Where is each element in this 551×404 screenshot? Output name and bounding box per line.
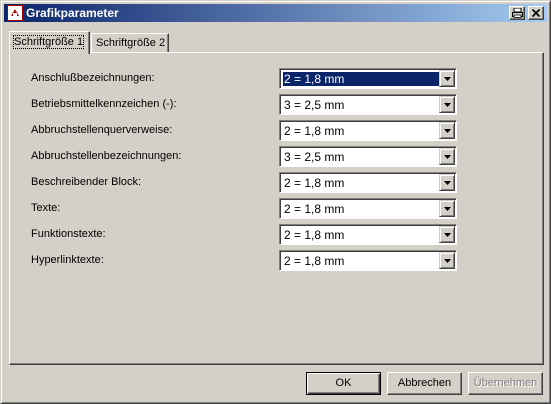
chevron-down-icon (444, 77, 451, 81)
combo-betriebsmittelkennzeichen[interactable]: 3 = 2,5 mm (279, 94, 457, 115)
chevron-down-icon (444, 207, 451, 211)
label-anschlussbezeichnungen: Anschlußbezeichnungen: (31, 72, 155, 84)
combo-texte[interactable]: 2 = 1,8 mm (279, 198, 457, 219)
tab-schriftgroesse-1[interactable]: Schriftgröße 1 (9, 31, 90, 54)
dropdown-button[interactable] (439, 122, 455, 139)
combo-hyperlinktexte[interactable]: 2 = 1,8 mm (279, 250, 457, 271)
label-abbruchstellenquerverweise: Abbruchstellenquerverweise: (31, 124, 173, 136)
combo-abbruchstellenbezeichnungen[interactable]: 3 = 2,5 mm (279, 146, 457, 167)
tab-schriftgroesse-2[interactable]: Schriftgröße 2 (91, 33, 169, 53)
combo-value: 3 = 2,5 mm (284, 150, 345, 164)
chevron-down-icon (444, 259, 451, 263)
label-texte: Texte: (31, 202, 61, 214)
dropdown-button[interactable] (439, 148, 455, 165)
combo-beschreibender-block[interactable]: 2 = 1,8 mm (279, 172, 457, 193)
chevron-down-icon (444, 233, 451, 237)
combo-anschlussbezeichnungen[interactable]: 2 = 1,8 mm (279, 68, 457, 89)
label-hyperlinktexte: Hyperlinktexte: (31, 254, 104, 266)
combo-value: 2 = 1,8 mm (284, 176, 345, 190)
title-bar[interactable]: Grafikparameter (4, 4, 547, 22)
dialog-window: Grafikparameter Schriftgröße 1 Schriftgr… (0, 0, 551, 404)
label-betriebsmittelkennzeichen: Betriebsmittelkennzeichen (-): (31, 98, 177, 110)
close-button[interactable] (528, 6, 544, 20)
dropdown-button[interactable] (439, 174, 455, 191)
close-icon (531, 8, 541, 18)
label-funktionstexte: Funktionstexte: (31, 228, 106, 240)
print-icon (512, 8, 523, 18)
chevron-down-icon (444, 181, 451, 185)
tab-label: Schriftgröße 1 (12, 35, 85, 49)
combo-value: 3 = 2,5 mm (284, 98, 345, 112)
chevron-down-icon (444, 129, 451, 133)
app-icon (7, 5, 23, 21)
tab-panel: Anschlußbezeichnungen: 2 = 1,8 mm Betrie… (9, 52, 544, 365)
label-beschreibender-block: Beschreibender Block: (31, 176, 142, 188)
dropdown-button[interactable] (439, 200, 455, 217)
dropdown-button[interactable] (439, 226, 455, 243)
cancel-button[interactable]: Abbrechen (387, 372, 462, 395)
chevron-down-icon (444, 155, 451, 159)
combo-abbruchstellenquerverweise[interactable]: 2 = 1,8 mm (279, 120, 457, 141)
apply-button[interactable]: Übernehmen (468, 372, 543, 395)
dropdown-button[interactable] (439, 252, 455, 269)
dropdown-button[interactable] (439, 96, 455, 113)
combo-value: 2 = 1,8 mm (284, 228, 345, 242)
label-abbruchstellenbezeichnungen: Abbruchstellenbezeichnungen: (31, 150, 182, 162)
combo-value: 2 = 1,8 mm (284, 124, 345, 138)
ok-button[interactable]: OK (306, 372, 381, 395)
combo-funktionstexte[interactable]: 2 = 1,8 mm (279, 224, 457, 245)
combo-value: 2 = 1,8 mm (284, 254, 345, 268)
tab-label: Schriftgröße 2 (96, 37, 166, 49)
combo-value: 2 = 1,8 mm (283, 72, 439, 86)
dropdown-button[interactable] (439, 70, 455, 87)
combo-value: 2 = 1,8 mm (284, 202, 345, 216)
window-title: Grafikparameter (26, 6, 119, 20)
chevron-down-icon (444, 103, 451, 107)
print-button[interactable] (509, 6, 525, 20)
